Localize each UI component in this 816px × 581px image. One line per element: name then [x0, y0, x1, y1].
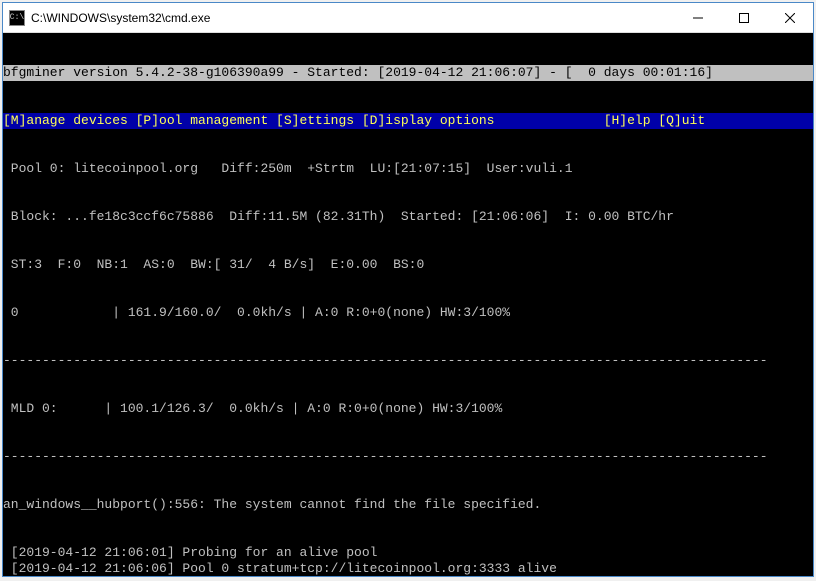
minimize-button[interactable] [675, 3, 721, 32]
menu-bar[interactable]: [M]anage devices [P]ool management [S]et… [3, 113, 813, 129]
pool-status: Pool 0: litecoinpool.org Diff:250m +Strt… [3, 161, 813, 177]
cmd-icon: C:\ [9, 10, 25, 26]
close-button[interactable] [767, 3, 813, 32]
maximize-button[interactable] [721, 3, 767, 32]
cmd-window: C:\ C:\WINDOWS\system32\cmd.exe bfgminer… [2, 2, 814, 577]
log-line: [2019-04-12 21:06:01] Probing for an ali… [3, 545, 813, 561]
error-line: an_windows__hubport():556: The system ca… [3, 497, 813, 513]
log-line: [2019-04-12 21:06:06] Pool 0 stratum+tcp… [3, 561, 813, 576]
summary-line: 0 | 161.9/160.0/ 0.0kh/s | A:0 R:0+0(non… [3, 305, 813, 321]
window-title: C:\WINDOWS\system32\cmd.exe [31, 11, 675, 25]
block-status: Block: ...fe18c3ccf6c75886 Diff:11.5M (8… [3, 209, 813, 225]
titlebar[interactable]: C:\ C:\WINDOWS\system32\cmd.exe [3, 3, 813, 33]
window-controls [675, 3, 813, 32]
log-container: [2019-04-12 21:06:01] Probing for an ali… [3, 545, 813, 576]
divider-top: ----------------------------------------… [3, 353, 813, 369]
device-line: MLD 0: | 100.1/126.3/ 0.0kh/s | A:0 R:0+… [3, 401, 813, 417]
stats-line: ST:3 F:0 NB:1 AS:0 BW:[ 31/ 4 B/s] E:0.0… [3, 257, 813, 273]
app-header: bfgminer version 5.4.2-38-g106390a99 - S… [3, 65, 813, 81]
terminal-body[interactable]: bfgminer version 5.4.2-38-g106390a99 - S… [3, 33, 813, 576]
divider-bottom: ----------------------------------------… [3, 449, 813, 465]
